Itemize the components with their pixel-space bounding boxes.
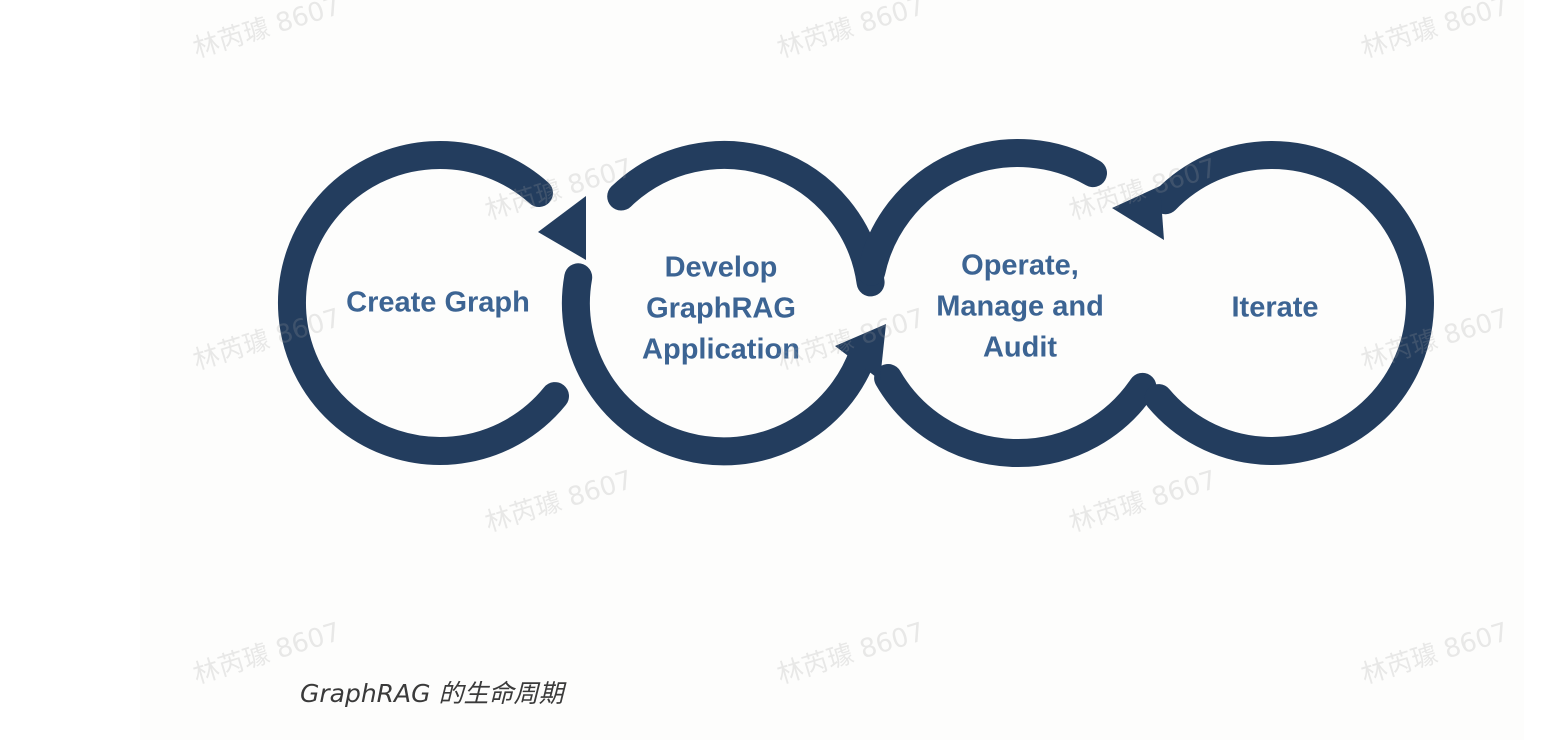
stage-label-operate-manage-audit: Operate, Manage and Audit (936, 249, 1104, 364)
stage-label-create-graph: Create Graph (346, 286, 530, 319)
figure-caption: GraphRAG 的生命周期 (300, 679, 564, 708)
page: Create Graph Develop GraphRAG Applicatio… (0, 0, 1544, 756)
stage-label-develop-graphrag-application: Develop GraphRAG Application (642, 251, 800, 366)
lifecycle-diagram (277, 139, 1434, 467)
stage-label-iterate: Iterate (1231, 291, 1319, 324)
arrowhead-operate-to-iterate (1112, 186, 1164, 240)
arrowhead-create-to-develop (538, 196, 586, 260)
cycle-arc-operate-lower (874, 364, 1157, 467)
